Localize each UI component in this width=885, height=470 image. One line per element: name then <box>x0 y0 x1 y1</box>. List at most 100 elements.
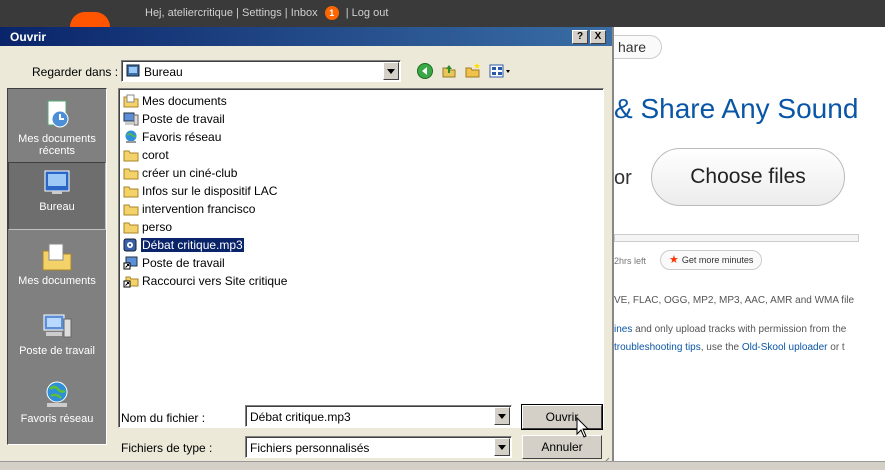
place-desktop-label: Bureau <box>39 201 75 213</box>
places-bar: Mes documents récents Bureau Mes documen… <box>7 88 107 445</box>
file-name: perso <box>142 219 173 234</box>
list-item[interactable]: intervention francisco <box>123 201 256 219</box>
computer-icon <box>43 314 72 338</box>
list-item[interactable]: corot <box>123 147 170 165</box>
place-my-documents[interactable]: Mes documents <box>8 237 106 305</box>
my-documents-folder-icon <box>123 94 139 108</box>
folder-icon <box>123 186 139 198</box>
list-item[interactable]: Mes documents <box>123 93 228 111</box>
place-desktop[interactable]: Bureau <box>8 162 106 230</box>
filename-label: Nom du fichier : <box>121 411 206 425</box>
list-item[interactable]: Raccourci vers Site critique <box>123 273 288 291</box>
old-skool-uploader-link[interactable]: Old-Skool uploader <box>742 342 828 353</box>
mouse-pointer-icon <box>576 417 590 438</box>
troubleshooting-text-end: or t <box>827 342 845 353</box>
inbox-count-badge: 1 <box>324 6 339 20</box>
star-icon: ★ <box>669 254 679 266</box>
place-my-documents-label: Mes documents <box>18 275 96 287</box>
place-network-places-label: Favoris réseau <box>20 413 94 425</box>
view-menu-icon[interactable] <box>488 62 514 80</box>
my-documents-icon <box>42 243 72 271</box>
hours-left-text: 2hrs left <box>614 256 647 266</box>
file-name: Poste de travail <box>142 111 225 126</box>
file-name: corot <box>142 147 169 162</box>
user-greeting-links[interactable]: Hej, ateliercritique | Settings | Inbox <box>145 7 318 19</box>
place-network-places[interactable]: Favoris réseau <box>8 375 106 443</box>
file-name: Mes documents <box>142 93 227 108</box>
network-globe-icon <box>125 130 137 143</box>
troubleshooting-link[interactable]: troubleshooting tips <box>614 342 701 353</box>
filename-input[interactable]: Débat critique.mp3 <box>245 405 512 427</box>
get-more-minutes-label: Get more minutes <box>681 255 754 265</box>
guidelines-text-rest: and only upload tracks with permission f… <box>632 324 847 335</box>
dialog-title: Ouvrir <box>10 30 47 44</box>
shortcut-icon <box>123 256 138 270</box>
place-recent-documents-label: Mes documents récents <box>18 133 96 157</box>
file-name: Raccourci vers Site critique <box>142 273 288 288</box>
window-bottom-edge <box>0 461 885 470</box>
look-in-value: Bureau <box>144 65 183 79</box>
list-item[interactable]: Poste de travail <box>123 255 226 273</box>
filename-dropdown-arrow[interactable] <box>494 407 510 425</box>
or-label: or <box>614 167 632 189</box>
upload-quota-bar <box>614 234 859 242</box>
site-topbar: Hej, ateliercritique | Settings | Inbox … <box>0 0 885 27</box>
folder-icon <box>123 168 139 180</box>
folder-icon <box>123 150 139 162</box>
open-button[interactable]: Ouvrir <box>521 404 603 430</box>
screen: Hej, ateliercritique | Settings | Inbox … <box>0 0 885 470</box>
troubleshooting-text-mid: , use the <box>700 342 742 353</box>
get-more-minutes-button[interactable]: ★ Get more minutes <box>660 250 763 270</box>
computer-icon <box>123 112 139 126</box>
folder-icon <box>123 222 139 234</box>
place-my-computer-label: Poste de travail <box>19 345 95 357</box>
dialog-titlebar[interactable]: Ouvrir ? X <box>0 27 612 46</box>
guidelines-text: ines and only upload tracks with permiss… <box>614 324 846 335</box>
folder-icon <box>123 204 139 216</box>
open-file-dialog: Ouvrir ? X Regarder dans : Bureau Mes do… <box>0 27 614 470</box>
filetype-value: Fichiers personnalisés <box>250 441 370 455</box>
share-button[interactable]: hare <box>614 35 662 59</box>
file-name: Infos sur le dispositif LAC <box>142 183 278 198</box>
shortcut-icon <box>123 276 139 288</box>
file-list[interactable]: Mes documents Poste de travail Favoris r… <box>118 88 604 428</box>
list-item[interactable]: Favoris réseau <box>123 129 222 147</box>
cancel-button[interactable]: Annuler <box>522 435 602 459</box>
look-in-dropdown[interactable]: Bureau <box>121 60 401 82</box>
look-in-label: Regarder dans : <box>32 65 119 79</box>
back-icon[interactable] <box>416 62 434 80</box>
troubleshooting-text: troubleshooting tips, use the Old-Skool … <box>614 342 845 353</box>
desktop-place-icon <box>44 170 70 194</box>
upload-page: hare & Share Any Sound or Choose files 2… <box>614 27 885 470</box>
network-globe-icon <box>46 381 68 407</box>
file-name: Poste de travail <box>142 255 225 270</box>
look-in-dropdown-arrow[interactable] <box>383 62 399 80</box>
logout-link[interactable]: | Log out <box>346 7 389 19</box>
list-item[interactable]: Poste de travail <box>123 111 226 129</box>
filetype-dropdown-arrow[interactable] <box>494 438 510 456</box>
list-item[interactable]: créer un ciné-club <box>123 165 238 183</box>
topbar-text: Hej, ateliercritique | Settings | Inbox … <box>145 6 388 20</box>
file-name: Débat critique.mp3 <box>141 237 244 252</box>
recent-documents-icon <box>47 100 69 128</box>
place-recent-documents[interactable]: Mes documents récents <box>8 95 106 163</box>
up-folder-icon[interactable] <box>440 62 458 80</box>
filetype-select[interactable]: Fichiers personnalisés <box>245 436 512 458</box>
file-name: intervention francisco <box>142 201 256 216</box>
list-item[interactable]: Infos sur le dispositif LAC <box>123 183 278 201</box>
place-my-computer[interactable]: Poste de travail <box>8 307 106 375</box>
filename-value: Débat critique.mp3 <box>250 410 351 424</box>
help-button[interactable]: ? <box>572 30 588 44</box>
choose-files-button[interactable]: Choose files <box>651 148 845 206</box>
file-name: Favoris réseau <box>142 129 222 144</box>
guidelines-link[interactable]: ines <box>614 324 632 335</box>
supported-formats-text: VE, FLAC, OGG, MP2, MP3, AAC, AMR and WM… <box>614 295 855 306</box>
list-item[interactable]: perso <box>123 219 173 237</box>
new-folder-icon[interactable] <box>464 62 482 80</box>
desktop-icon <box>126 64 140 77</box>
filetype-label: Fichiers de type : <box>121 441 213 455</box>
close-button[interactable]: X <box>590 30 606 44</box>
page-headline: & Share Any Sound <box>614 93 859 124</box>
audio-file-icon <box>123 238 137 252</box>
list-item-selected[interactable]: Débat critique.mp3 <box>123 237 244 255</box>
